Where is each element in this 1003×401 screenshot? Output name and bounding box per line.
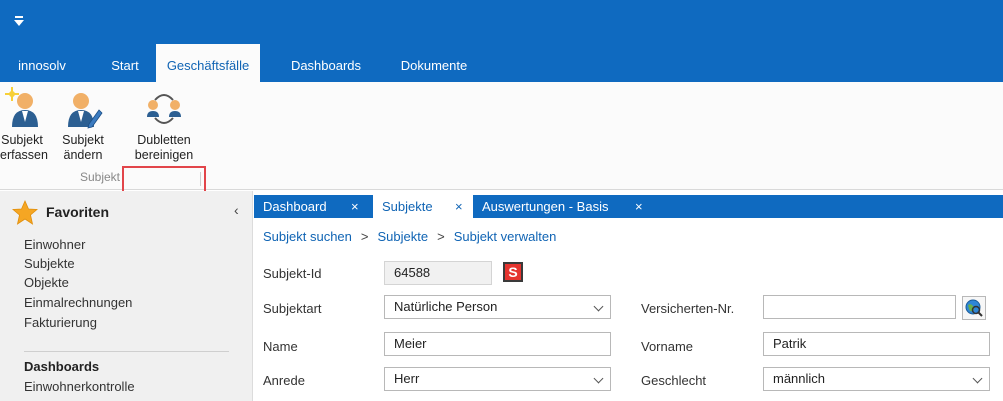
- tab-innosolv[interactable]: innosolv: [0, 44, 84, 82]
- tab-dokumente[interactable]: Dokumente: [386, 44, 482, 82]
- chevron-down-icon: [593, 373, 604, 384]
- dashboards-heading: Dashboards: [24, 359, 100, 374]
- merge-persons-icon: [147, 94, 181, 124]
- name-input[interactable]: Meier: [384, 332, 611, 356]
- doc-tab-subjekte[interactable]: Subjekte ×: [373, 195, 473, 218]
- subjekt-aendern-label-2: ändern: [63, 148, 103, 162]
- anrede-select[interactable]: Herr: [384, 367, 611, 391]
- geschlecht-label: Geschlecht: [641, 373, 707, 388]
- s-button[interactable]: S: [503, 262, 523, 282]
- subjekt-id-label: Subjekt-Id: [263, 266, 322, 281]
- doc-tab-subjekte-label: Subjekte: [382, 199, 433, 214]
- ribbon-tab-bar: innosolv Start Geschäftsfälle Dashboards…: [0, 44, 1003, 82]
- name-label: Name: [263, 339, 298, 354]
- sidebar-item-fakturierung[interactable]: Fakturierung: [24, 315, 97, 330]
- subjekt-aendern-button[interactable]: Subjekt ändern: [44, 86, 122, 166]
- doc-tab-dashboard[interactable]: Dashboard ×: [254, 195, 373, 218]
- favoriten-title: Favoriten: [46, 204, 110, 220]
- sidebar-item-objekte[interactable]: Objekte: [24, 275, 69, 290]
- collapse-sidebar-button[interactable]: ‹: [234, 202, 239, 218]
- subjekt-erfassen-label-1: Subjekt: [1, 133, 43, 147]
- sidebar-item-einmalrechnungen[interactable]: Einmalrechnungen: [24, 295, 132, 310]
- sidebar: Favoriten ‹ Einwohner Subjekte Objekte E…: [0, 191, 253, 401]
- close-icon[interactable]: ×: [455, 195, 463, 218]
- quick-access-dropdown-icon[interactable]: [14, 16, 24, 28]
- breadcrumb-subjekt-suchen[interactable]: Subjekt suchen: [263, 229, 352, 244]
- sidebar-item-subjekte[interactable]: Subjekte: [24, 256, 75, 271]
- dubletten-bereinigen-label-2: bereinigen: [134, 148, 194, 162]
- vorname-input[interactable]: Patrik: [763, 332, 990, 356]
- close-icon[interactable]: ×: [635, 195, 643, 218]
- anrede-value: Herr: [394, 371, 420, 386]
- dubletten-bereinigen-label-1: Dubletten: [137, 133, 191, 147]
- versicherten-nr-input[interactable]: [763, 295, 956, 319]
- tab-geschaeftsfaelle[interactable]: Geschäftsfälle: [156, 44, 260, 82]
- close-icon[interactable]: ×: [351, 195, 359, 218]
- sidebar-item-einwohnerkontrolle[interactable]: Einwohnerkontrolle: [24, 379, 135, 394]
- favoriten-header: Favoriten ‹: [12, 200, 242, 225]
- person-edit-icon: [68, 93, 103, 129]
- chevron-down-icon: [593, 301, 604, 312]
- sidebar-item-einwohner[interactable]: Einwohner: [24, 237, 85, 252]
- breadcrumb-subjekte[interactable]: Subjekte: [378, 229, 429, 244]
- ribbon-panel: Subjekt erfassen Subjekt ändern Dublette…: [0, 82, 1003, 252]
- person-add-icon: [5, 87, 38, 127]
- star-icon: [12, 200, 38, 225]
- subjektart-value: Natürliche Person: [394, 299, 498, 314]
- subjekt-erfassen-label-2: erfassen: [0, 148, 48, 162]
- versicherten-nr-label: Versicherten-Nr.: [641, 301, 735, 316]
- vorname-label: Vorname: [641, 339, 694, 354]
- breadcrumb-separator: >: [360, 229, 369, 244]
- title-bar: [0, 0, 1003, 44]
- geschlecht-select[interactable]: männlich: [763, 367, 990, 391]
- anrede-label: Anrede: [263, 373, 305, 388]
- tab-dashboards[interactable]: Dashboards: [278, 44, 374, 82]
- subjekt-id-field[interactable]: 64588: [384, 261, 492, 285]
- doc-tab-dashboard-label: Dashboard: [263, 199, 327, 214]
- sidebar-divider: [24, 351, 229, 352]
- document-tab-bar: Dashboard × Subjekte × Auswertungen - Ba…: [254, 195, 1003, 218]
- subjekt-erfassen-button[interactable]: Subjekt erfassen: [0, 86, 48, 166]
- doc-tab-auswertungen-label: Auswertungen - Basis: [482, 199, 609, 214]
- subjektart-select[interactable]: Natürliche Person: [384, 295, 611, 319]
- chevron-down-icon: [972, 373, 983, 384]
- globe-search-button[interactable]: [962, 296, 986, 320]
- dubletten-bereinigen-button[interactable]: Dubletten bereinigen: [124, 86, 204, 166]
- subjektart-label: Subjektart: [263, 301, 322, 316]
- breadcrumb-separator: >: [437, 229, 445, 244]
- subjekt-aendern-label-1: Subjekt: [62, 133, 104, 147]
- doc-tab-auswertungen-basis[interactable]: Auswertungen - Basis ×: [473, 195, 653, 218]
- breadcrumb: Subjekt suchen > Subjekte > Subjekt verwalte…: [263, 229, 556, 244]
- breadcrumb-subjekt-verwalten[interactable]: Subjekt verwalten: [454, 229, 557, 244]
- tab-start[interactable]: Start: [95, 44, 155, 82]
- globe-search-icon: [965, 299, 983, 317]
- geschlecht-value: männlich: [773, 371, 826, 386]
